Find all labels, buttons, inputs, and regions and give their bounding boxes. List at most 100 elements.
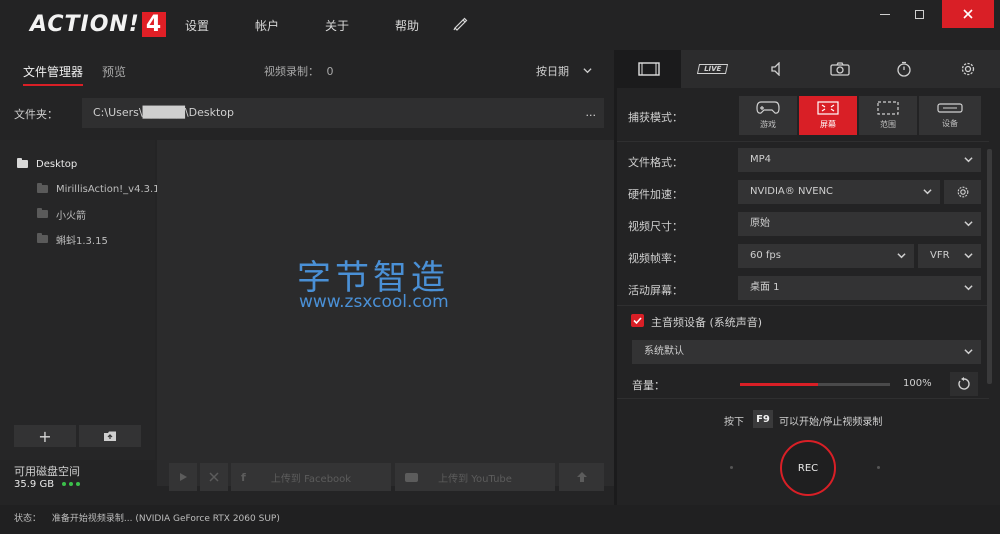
hw-accel-label: 硬件加速： (628, 188, 683, 201)
minimize-button[interactable] (866, 0, 904, 28)
volume-slider-fill (740, 383, 818, 386)
file-format-value: MP4 (750, 154, 772, 165)
add-folder-button[interactable]: + (14, 425, 76, 447)
settings-scrollbar[interactable] (987, 149, 992, 384)
upload-facebook-button[interactable]: f 上传到 Facebook (231, 463, 391, 491)
gamepad-icon (756, 101, 780, 114)
mode-screen-button[interactable]: 屏幕 (799, 96, 857, 135)
tree-item-label: 小火箭 (56, 210, 86, 222)
open-folder-button[interactable] (79, 425, 141, 447)
video-size-select[interactable]: 原始 (738, 212, 981, 236)
pen-icon[interactable] (452, 15, 468, 31)
plus-icon: + (38, 426, 52, 446)
live-icon: LIVE (696, 64, 729, 74)
tree-item[interactable]: 蝌蚪1.3.15 (37, 229, 108, 249)
delete-button[interactable] (200, 463, 228, 491)
hotkey-prefix: 按下 (724, 417, 744, 428)
mode-device-button[interactable]: 设备 (919, 96, 981, 135)
menu-account[interactable]: 帐户 (255, 17, 279, 34)
close-icon (963, 9, 973, 19)
volume-value: 100% (903, 378, 932, 389)
recording-settings-panel: LIVE 捕获模式： 游戏 屏幕 范围 设备 文件格式： MP4 硬件加速： N… (617, 50, 1000, 505)
tab-preview[interactable]: 预览 (102, 63, 126, 80)
file-format-select[interactable]: MP4 (738, 148, 981, 172)
rec-label: REC (797, 462, 819, 474)
reset-volume-button[interactable] (950, 372, 978, 396)
close-button[interactable] (942, 0, 994, 28)
upload-button[interactable] (559, 463, 604, 491)
camera-icon (830, 62, 850, 76)
tree-item[interactable]: 小火箭 (37, 204, 86, 224)
main-audio-checkbox[interactable] (631, 314, 644, 327)
main-audio-label: 主音频设备 (系统声音) (651, 316, 763, 329)
mode-tabs: LIVE (617, 50, 1000, 88)
volume-slider[interactable] (740, 383, 890, 386)
tree-item-desktop[interactable]: Desktop (17, 154, 77, 174)
tree-item-label: Desktop (36, 158, 78, 170)
reset-icon (958, 377, 970, 390)
menu-settings[interactable]: 设置 (185, 17, 209, 34)
active-screen-value: 桌面 1 (750, 282, 780, 293)
mode-label: 设备 (942, 119, 958, 128)
maximize-button[interactable] (900, 0, 938, 28)
app-logo: ACTION! 4 (30, 12, 167, 37)
logo-text: ACTION! (30, 12, 140, 37)
disk-space-value: 35.9 GB (14, 479, 55, 490)
play-button[interactable] (169, 463, 197, 491)
left-tabs: 文件管理器 预览 视频录制： 0 按日期 (0, 50, 614, 90)
framerate-select[interactable]: 60 fps (738, 244, 914, 268)
upload-youtube-label: 上传到 YouTube (438, 473, 512, 485)
chevron-down-icon (964, 157, 973, 163)
title-bar: ACTION! 4 设置 帐户 关于 帮助 (0, 0, 1000, 50)
tree-item[interactable]: MirillisAction!_v4.3.1... (37, 179, 169, 199)
minimize-icon (880, 13, 890, 15)
video-size-label: 视频尺寸： (628, 220, 683, 233)
rec-button[interactable]: REC (780, 440, 836, 496)
capture-mode-label: 捕获模式： (628, 111, 683, 124)
browse-folder-button[interactable]: ... (586, 98, 597, 128)
chevron-down-icon (923, 189, 932, 195)
delete-icon (209, 472, 219, 482)
tab-screenshot[interactable] (808, 50, 873, 88)
mode-game-button[interactable]: 游戏 (739, 96, 797, 135)
folder-path-field[interactable]: C:\Users\█████\Desktop ... (82, 98, 604, 128)
audio-device-select[interactable]: 系统默认 (632, 340, 981, 364)
active-screen-select[interactable]: 桌面 1 (738, 276, 981, 300)
fullscreen-icon (817, 101, 839, 115)
play-icon (180, 473, 187, 481)
gear-icon (957, 186, 968, 198)
folder-label: 文件夹： (14, 108, 58, 121)
mode-region-button[interactable]: 范围 (859, 96, 917, 135)
folder-row: 文件夹： C:\Users\█████\Desktop ... (0, 98, 614, 132)
framerate-mode-select[interactable]: VFR (918, 244, 981, 268)
status-bar: 状态： 准备开始视频录制... (NVIDIA GeForce RTX 2060… (0, 505, 1000, 534)
tab-audio[interactable] (744, 50, 809, 88)
tab-video-recording[interactable] (617, 50, 681, 88)
menu-about[interactable]: 关于 (325, 17, 349, 34)
sort-dropdown[interactable]: 按日期 (536, 63, 592, 79)
disk-status-indicator (62, 479, 80, 486)
status-text: 准备开始视频录制... (NVIDIA GeForce RTX 2060 SUP… (51, 514, 280, 524)
chevron-down-icon (964, 221, 973, 227)
folder-icon (37, 183, 48, 193)
maximize-icon (914, 9, 924, 19)
chevron-down-icon (897, 253, 906, 259)
tab-scheduler[interactable] (872, 50, 936, 88)
hotkey-key: F9 (753, 410, 773, 428)
tree-item-label: 蝌蚪1.3.15 (56, 235, 108, 247)
upload-youtube-button[interactable]: 上传到 YouTube (395, 463, 555, 491)
facebook-icon: f (241, 470, 246, 484)
tab-file-manager[interactable]: 文件管理器 (23, 63, 84, 86)
active-screen-label: 活动屏幕： (628, 284, 683, 297)
gear-icon (961, 62, 975, 76)
hw-accel-settings-button[interactable] (944, 180, 981, 204)
tab-live-stream[interactable]: LIVE (680, 50, 745, 88)
menu-help[interactable]: 帮助 (395, 17, 419, 34)
indicator-dot (730, 466, 733, 469)
youtube-icon (405, 472, 418, 482)
chevron-down-icon (582, 68, 592, 74)
timer-icon (897, 61, 911, 77)
hw-accel-select[interactable]: NVIDIA® NVENC (738, 180, 940, 204)
file-manager-panel: 文件管理器 预览 视频录制： 0 按日期 文件夹： C:\Users\█████… (0, 50, 614, 505)
tab-settings[interactable] (935, 50, 1000, 88)
